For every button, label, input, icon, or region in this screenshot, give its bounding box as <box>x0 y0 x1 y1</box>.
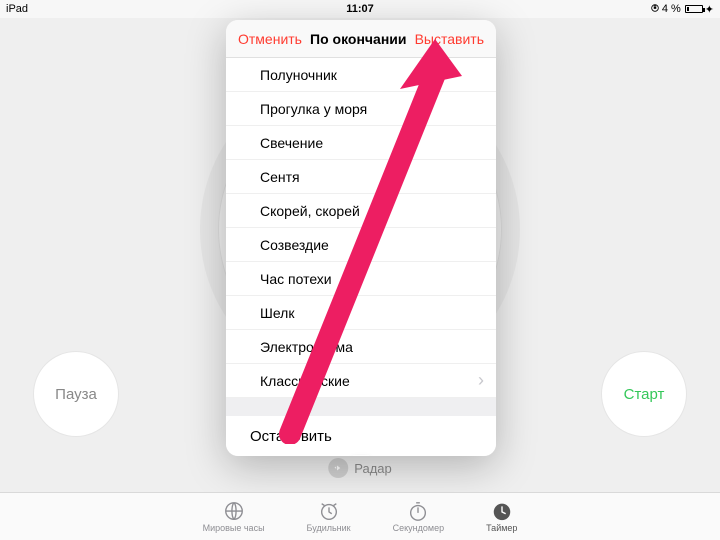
ringtone-item[interactable]: Прогулка у моря <box>226 92 496 126</box>
timer-icon <box>491 500 513 522</box>
sheet-header: Отменить По окончании Выставить <box>226 20 496 58</box>
ringtone-label: Прогулка у моря <box>260 101 367 117</box>
done-button[interactable]: Выставить <box>415 31 484 47</box>
ringtone-label: Классические <box>260 373 350 389</box>
ringtone-item[interactable]: Свечение <box>226 126 496 160</box>
ringtone-label: Свечение <box>260 135 323 151</box>
sound-summary-row[interactable]: Радар <box>328 458 392 478</box>
ringtone-item[interactable]: Скорей, скорей <box>226 194 496 228</box>
ringtone-list[interactable]: Полуночник Прогулка у моря Свечение Сент… <box>226 58 496 398</box>
tab-label: Таймер <box>486 523 517 533</box>
ringtone-item[interactable]: Созвездие <box>226 228 496 262</box>
when-timer-ends-sheet: Отменить По окончании Выставить Полуночн… <box>226 20 496 456</box>
ringtone-item[interactable]: Час потехи <box>226 262 496 296</box>
ringtone-item[interactable]: Сентя <box>226 160 496 194</box>
ringtone-label: Скорей, скорей <box>260 203 360 219</box>
tab-alarm[interactable]: Будильник <box>307 500 351 533</box>
ringtone-label: Сентя <box>260 169 300 185</box>
status-time: 11:07 <box>346 3 374 15</box>
globe-icon <box>223 500 245 522</box>
orientation-lock-icon <box>650 3 660 16</box>
tab-stopwatch[interactable]: Секундомер <box>393 500 444 533</box>
ringtone-label: Час потехи <box>260 271 332 287</box>
tab-world-clock[interactable]: Мировые часы <box>203 500 265 533</box>
tab-timer[interactable]: Таймер <box>486 500 517 533</box>
pause-label: Пауза <box>55 386 97 403</box>
ringtone-label: Шелк <box>260 305 294 321</box>
ringtone-label: Электросхема <box>260 339 353 355</box>
ringtone-label: Полуночник <box>260 67 337 83</box>
stopwatch-icon <box>407 500 429 522</box>
ringtone-item[interactable]: Полуночник <box>226 58 496 92</box>
start-button[interactable]: Старт <box>602 352 686 436</box>
status-right: 4 % ✦ <box>650 3 714 16</box>
start-label: Старт <box>624 386 665 403</box>
battery-icon <box>685 5 703 13</box>
cancel-button[interactable]: Отменить <box>238 31 302 47</box>
tab-label: Секундомер <box>393 523 444 533</box>
device-label: iPad <box>6 3 28 15</box>
ringtone-label: Созвездие <box>260 237 329 253</box>
tab-label: Будильник <box>307 523 351 533</box>
pause-button[interactable]: Пауза <box>34 352 118 436</box>
tab-label: Мировые часы <box>203 523 265 533</box>
alarm-icon <box>318 500 340 522</box>
sheet-gap <box>226 398 496 416</box>
sound-summary-label: Радар <box>354 461 392 476</box>
tab-bar: Мировые часы Будильник Секундомер Таймер <box>0 492 720 540</box>
stop-playing-row[interactable]: Остановить <box>226 416 496 456</box>
ringtone-item[interactable]: Электросхема <box>226 330 496 364</box>
sheet-title: По окончании <box>310 31 406 47</box>
charging-icon: ✦ <box>705 3 714 16</box>
stop-playing-label: Остановить <box>250 428 332 445</box>
classic-ringtones-row[interactable]: Классические <box>226 364 496 398</box>
ringtone-item[interactable]: Шелк <box>226 296 496 330</box>
ringtone-icon <box>328 458 348 478</box>
status-bar: iPad 11:07 4 % ✦ <box>0 0 720 18</box>
battery-percent: 4 % <box>662 3 681 15</box>
